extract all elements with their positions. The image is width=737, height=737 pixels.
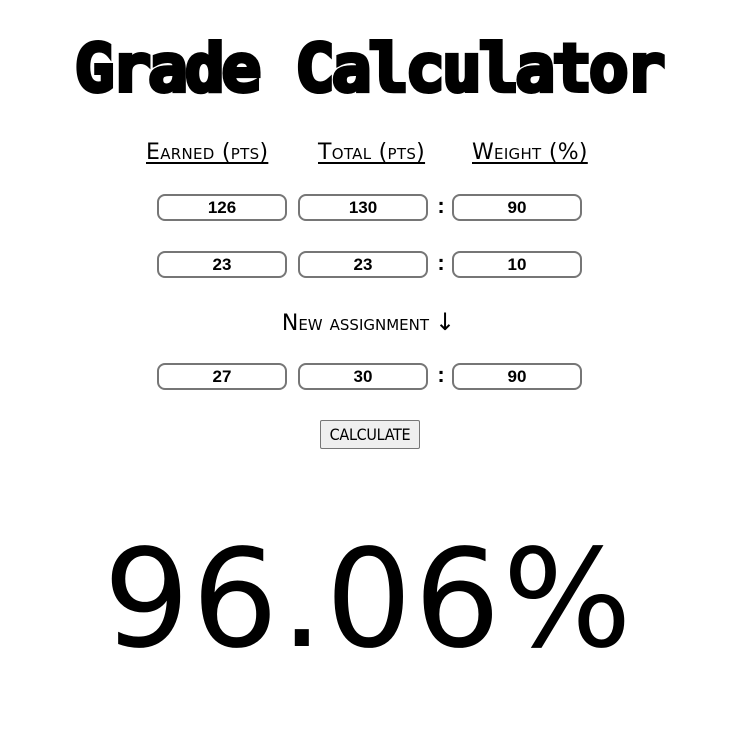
new-total-input[interactable] xyxy=(298,363,428,390)
weight-input[interactable] xyxy=(452,194,582,221)
new-assignment-label: New assignment ↓ xyxy=(0,307,737,339)
arrow-down-icon: ↓ xyxy=(435,308,456,336)
header-total: Total (pts) xyxy=(318,140,426,165)
separator: : xyxy=(437,193,445,218)
calculate-button[interactable]: CALCULATE xyxy=(320,420,420,449)
separator: : xyxy=(437,362,445,387)
grade-row: : xyxy=(0,250,737,283)
column-headers: Earned (pts) Total (pts) Weight (%) xyxy=(0,138,737,170)
result-display: 96.06% xyxy=(103,521,634,679)
weight-input[interactable] xyxy=(452,251,582,278)
new-earned-input[interactable] xyxy=(157,363,287,390)
earned-input[interactable] xyxy=(157,251,287,278)
new-weight-input[interactable] xyxy=(452,363,582,390)
page-title: Grade Calculator xyxy=(73,28,668,109)
header-weight: Weight (%) xyxy=(472,140,588,165)
separator: : xyxy=(437,250,445,275)
header-earned: Earned (pts) xyxy=(146,140,269,165)
earned-input[interactable] xyxy=(157,194,287,221)
total-input[interactable] xyxy=(298,251,428,278)
grade-row: : xyxy=(0,193,737,226)
new-assignment-text: New assignment xyxy=(281,311,430,336)
total-input[interactable] xyxy=(298,194,428,221)
new-assignment-row: : xyxy=(0,362,737,395)
